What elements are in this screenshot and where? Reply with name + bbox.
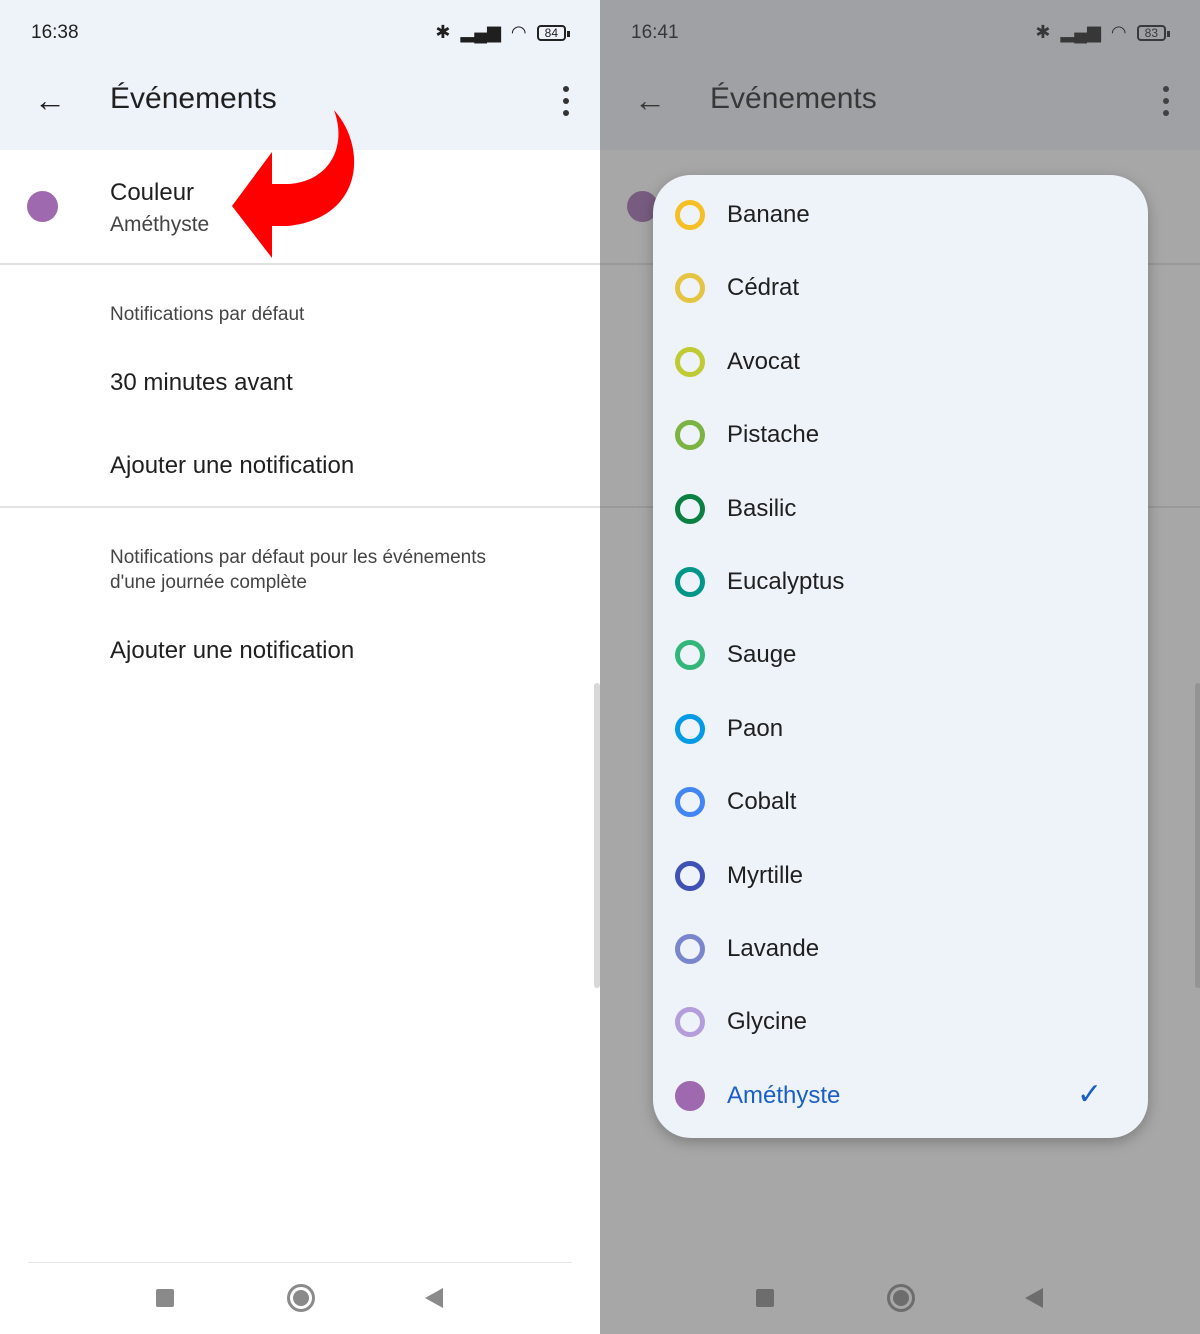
- color-option[interactable]: Sauge: [653, 624, 1148, 684]
- radio-unselected-icon: [675, 860, 705, 891]
- color-option[interactable]: Eucalyptus: [653, 551, 1148, 611]
- nav-back-button[interactable]: [425, 1288, 443, 1308]
- battery-icon: 84: [536, 24, 571, 41]
- color-option-label: Avocat: [727, 347, 800, 375]
- status-icons: ✱ ▂▄▆ ◠ 84: [435, 22, 571, 43]
- color-option-label: Glycine: [727, 1008, 808, 1036]
- color-value: Améthyste: [110, 213, 210, 236]
- wifi-icon: ◠: [510, 22, 527, 42]
- color-picker-dialog: Banane Cédrat Avocat Pistache Basilic Eucalyp…: [653, 175, 1148, 1138]
- section-heading-default-notifications: Notifications par défaut: [110, 304, 305, 325]
- radio-unselected-icon: [675, 273, 705, 304]
- signal-icon: ▂▄▆: [460, 22, 501, 42]
- home-button[interactable]: [287, 1284, 315, 1312]
- color-option[interactable]: Banane: [653, 184, 1148, 244]
- radio-unselected-icon: [675, 1007, 705, 1038]
- radio-unselected-icon: [675, 567, 705, 597]
- color-option[interactable]: Avocat: [653, 331, 1148, 391]
- color-option-label: Améthyste: [727, 1081, 841, 1109]
- radio-unselected-icon: [675, 787, 705, 818]
- radio-unselected-icon: [675, 640, 705, 671]
- nav-divider: [28, 1262, 572, 1263]
- color-option[interactable]: Glycine: [653, 991, 1148, 1051]
- color-option[interactable]: Pistache: [653, 404, 1148, 464]
- recents-button[interactable]: [156, 1289, 174, 1307]
- back-button[interactable]: ←: [34, 84, 66, 116]
- color-option[interactable]: Paon: [653, 698, 1148, 758]
- settings-screen: 16:38 ✱ ▂▄▆ ◠ 84 ← Événements Couleur Am…: [0, 0, 600, 1334]
- color-swatch: [27, 191, 58, 222]
- color-option-label: Lavande: [727, 935, 820, 962]
- add-allday-notification-button[interactable]: Ajouter une notification: [110, 637, 354, 665]
- color-option[interactable]: Myrtille: [653, 845, 1148, 905]
- notification-30-min[interactable]: 30 minutes avant: [110, 369, 293, 397]
- color-option-label: Basilic: [727, 494, 797, 522]
- color-option-label: Pistache: [727, 421, 820, 449]
- color-option-label: Banane: [727, 201, 810, 228]
- color-option[interactable]: Cobalt: [653, 771, 1148, 831]
- radio-unselected-icon: [675, 934, 705, 964]
- more-options-icon[interactable]: [556, 86, 576, 116]
- checkmark-icon: ✓: [1077, 1077, 1103, 1111]
- color-option-label: Sauge: [727, 641, 797, 669]
- radio-unselected-icon: [675, 200, 705, 230]
- color-option[interactable]: Lavande: [653, 918, 1148, 978]
- color-label: Couleur: [110, 179, 195, 206]
- color-picker-screen: 16:41 ✱ ▂▄▆ ◠ 83 ← Événements BananeCédr…: [600, 0, 1200, 1334]
- color-option[interactable]: Cédrat: [653, 257, 1148, 317]
- color-option[interactable]: Améthyste ✓: [653, 1065, 1148, 1125]
- red-arrow-annotation: [232, 110, 355, 258]
- radio-unselected-icon: [675, 713, 705, 744]
- color-option-label: Paon: [727, 714, 784, 742]
- divider: [0, 506, 600, 508]
- section-heading-allday-line2: d'une journée complète: [110, 572, 307, 593]
- status-time: 16:38: [31, 22, 79, 43]
- radio-unselected-icon: [675, 493, 705, 524]
- add-notification-button[interactable]: Ajouter une notification: [110, 452, 354, 480]
- radio-selected-icon: [675, 1080, 705, 1111]
- color-option-label: Cédrat: [727, 274, 800, 302]
- color-option-label: Cobalt: [727, 788, 797, 816]
- radio-unselected-icon: [675, 346, 705, 377]
- bluetooth-icon: ✱: [435, 22, 451, 42]
- color-option[interactable]: Basilic: [653, 478, 1148, 538]
- color-option-label: Myrtille: [727, 861, 803, 889]
- radio-unselected-icon: [675, 420, 705, 451]
- divider: [0, 263, 600, 265]
- color-option-label: Eucalyptus: [727, 568, 845, 595]
- section-heading-allday-line1: Notifications par défaut pour les événem…: [110, 547, 486, 568]
